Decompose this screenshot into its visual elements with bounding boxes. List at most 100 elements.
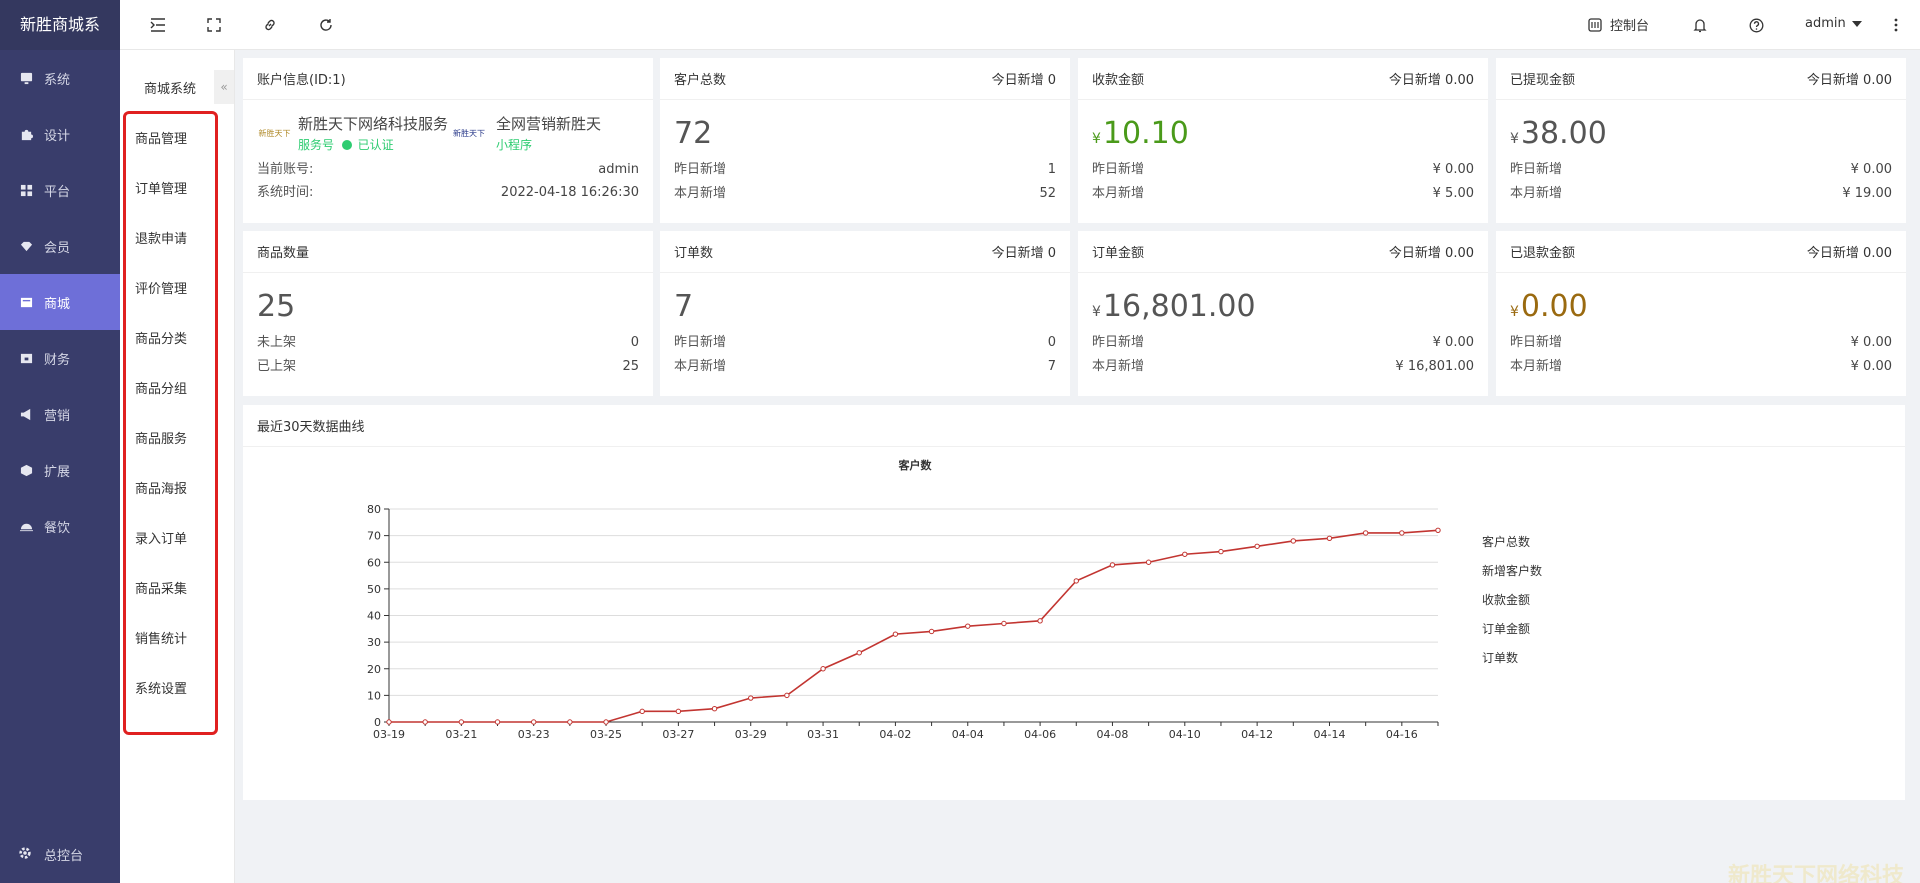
card-title: 已退款金额: [1510, 246, 1576, 261]
main-nav: 系统 设计 平台 会员商城财务营销 扩展 餐饮: [0, 50, 120, 554]
data-point: [675, 708, 682, 715]
help-icon[interactable]: [1746, 15, 1766, 35]
x-tick-label: 03-25: [590, 728, 622, 741]
stat-value: ¥0.00: [1510, 289, 1588, 324]
bell-icon[interactable]: [1690, 15, 1710, 35]
x-tick-label: 04-16: [1386, 728, 1418, 741]
stat-value: 72: [674, 116, 713, 151]
link-icon[interactable]: [260, 15, 280, 35]
data-point: [1218, 548, 1224, 555]
data-point: [530, 719, 537, 725]
collapse-button[interactable]: «: [214, 70, 234, 104]
subnav-item[interactable]: 订单管理: [126, 182, 215, 232]
data-point: [567, 719, 573, 725]
card-title: 已提现金额: [1510, 73, 1576, 88]
refresh-icon[interactable]: [316, 15, 336, 35]
chart-card: 最近30天数据曲线 客户数 0 10 20 30 40 50 60 70 80 03-19 03-21…: [243, 405, 1905, 800]
main-sidebar: 新胜商城系 系统 设计 平台 会员 商城 财务 营销 扩展 餐饮 总控台: [0, 0, 120, 883]
console-icon: [1588, 17, 1602, 32]
sidebar-item-label: 财务: [44, 352, 71, 368]
today-new: 今日新增 0.00: [1806, 246, 1892, 261]
subnav-list: 商品管理 订单管理 退款申请 评价管理 商品分类 商品分组 商品服务 商品海报 录入订单 商品采集…: [123, 111, 218, 735]
stat-row: 昨日新增 ¥ 0.00: [1092, 162, 1474, 177]
user-menu[interactable]: admin: [1805, 16, 1862, 31]
data-point: [892, 631, 899, 637]
sidebar-item-7[interactable]: 扩展: [0, 442, 120, 498]
x-tick-label: 03-27: [662, 728, 694, 741]
sidebar-item-1[interactable]: 设计: [0, 106, 120, 162]
subnav-item[interactable]: 商品分类: [126, 332, 215, 382]
card-title: 客户总数: [674, 73, 727, 88]
sidebar-item-0[interactable]: 系统: [0, 50, 120, 106]
subnav-item[interactable]: 商品管理: [126, 132, 215, 182]
data-point: [1399, 530, 1405, 536]
customer-line-chart: 客户数0102030405060708003-19 03-21 03-23 03-25…: [367, 458, 1542, 741]
subnav-item[interactable]: 系统设置: [126, 682, 215, 732]
data-point: [458, 719, 465, 725]
x-tick-label: 04-10: [1169, 728, 1201, 741]
series-line: [389, 529, 1439, 723]
currency-symbol: ¥: [1510, 304, 1519, 320]
legend-item: 新增客户数: [1482, 563, 1542, 578]
x-tick-label: 04-08: [1096, 728, 1128, 741]
data-point: [603, 719, 609, 725]
subnav-item[interactable]: 销售统计: [126, 632, 215, 682]
subnav-item[interactable]: 录入订单: [126, 532, 215, 582]
x-tick-label: 03-23: [518, 728, 550, 741]
stat-value: ¥38.00: [1510, 116, 1607, 151]
currency-symbol: ¥: [1092, 131, 1101, 147]
stat-row: 昨日新增 1: [674, 162, 1056, 177]
brand-logo: 新胜天下: [258, 128, 291, 138]
stat-card: 收款金额 今日新增 0.00 ¥10.10 昨日新增 ¥ 0.00 本月新增 ¥ 5.00: [1078, 58, 1488, 223]
subnav-item[interactable]: 商品采集: [126, 582, 215, 632]
console-button[interactable]: 控制台: [1588, 15, 1649, 34]
data-point: [784, 692, 790, 699]
data-point: [422, 719, 428, 725]
grid-icon: [18, 182, 34, 198]
user-name: admin: [1805, 16, 1846, 31]
stat-card: 商品数量 25 未上架 0 已上架 25: [243, 231, 653, 396]
data-point: [1109, 562, 1116, 568]
console-label: 控制台: [1610, 19, 1650, 34]
sidebar-item-console[interactable]: 总控台: [0, 839, 120, 869]
sidebar-item-4[interactable]: 商城: [0, 274, 120, 330]
menu-toggle-icon[interactable]: [148, 15, 168, 35]
sidebar-item-5[interactable]: 财务: [0, 330, 120, 386]
sidebar-item-2[interactable]: 平台: [0, 162, 120, 218]
x-tick-label: 03-21: [445, 728, 477, 741]
card-header: 订单数 今日新增 0: [660, 231, 1070, 273]
sidebar-item-8[interactable]: 餐饮: [0, 498, 120, 554]
more-vertical-icon[interactable]: [1890, 15, 1902, 35]
y-tick-label: 10: [367, 689, 381, 702]
stat-row: 本月新增 ¥ 16,801.00: [1092, 359, 1474, 374]
card-title: 收款金额: [1092, 73, 1145, 88]
data-point: [748, 695, 754, 701]
y-tick-label: 50: [367, 583, 381, 596]
currency-symbol: ¥: [1092, 304, 1101, 320]
subnav-item[interactable]: 评价管理: [126, 282, 215, 332]
brand-service-account[interactable]: 新胜天下 新胜天下网络科技服务 服务号 已认证: [257, 113, 448, 153]
legend-item: 客户总数: [1482, 534, 1530, 549]
check-circle-icon: [341, 140, 352, 150]
sidebar-item-6[interactable]: 营销: [0, 386, 120, 442]
subnav-item[interactable]: 商品分组: [126, 382, 215, 432]
subnav-item[interactable]: 退款申请: [126, 232, 215, 282]
data-point: [965, 623, 971, 629]
fullscreen-icon[interactable]: [204, 15, 224, 35]
subnav-item[interactable]: 商品海报: [126, 482, 215, 532]
stat-row: 本月新增 ¥ 0.00: [1510, 359, 1892, 374]
x-tick-label: 04-14: [1313, 728, 1345, 741]
sidebar-item-3[interactable]: 会员: [0, 218, 120, 274]
y-tick-label: 30: [367, 636, 381, 649]
card-header: 商品数量: [243, 231, 653, 273]
stat-card: 订单数 今日新增 0 7 昨日新增 0 本月新增 7: [660, 231, 1070, 396]
x-tick-label: 03-19: [373, 728, 405, 741]
x-tick-label: 04-12: [1241, 728, 1273, 741]
sidebar-item-label: 商城: [44, 296, 71, 312]
stat-row: 昨日新增 ¥ 0.00: [1510, 335, 1892, 350]
card-title: 订单数: [674, 246, 714, 261]
subnav-item[interactable]: 商品服务: [126, 432, 215, 482]
data-point: [1326, 535, 1333, 541]
brand-mini-program[interactable]: 新胜天下 全网营销新胜天 小程序: [448, 113, 639, 153]
subnav-title: 商城系统: [143, 82, 196, 97]
